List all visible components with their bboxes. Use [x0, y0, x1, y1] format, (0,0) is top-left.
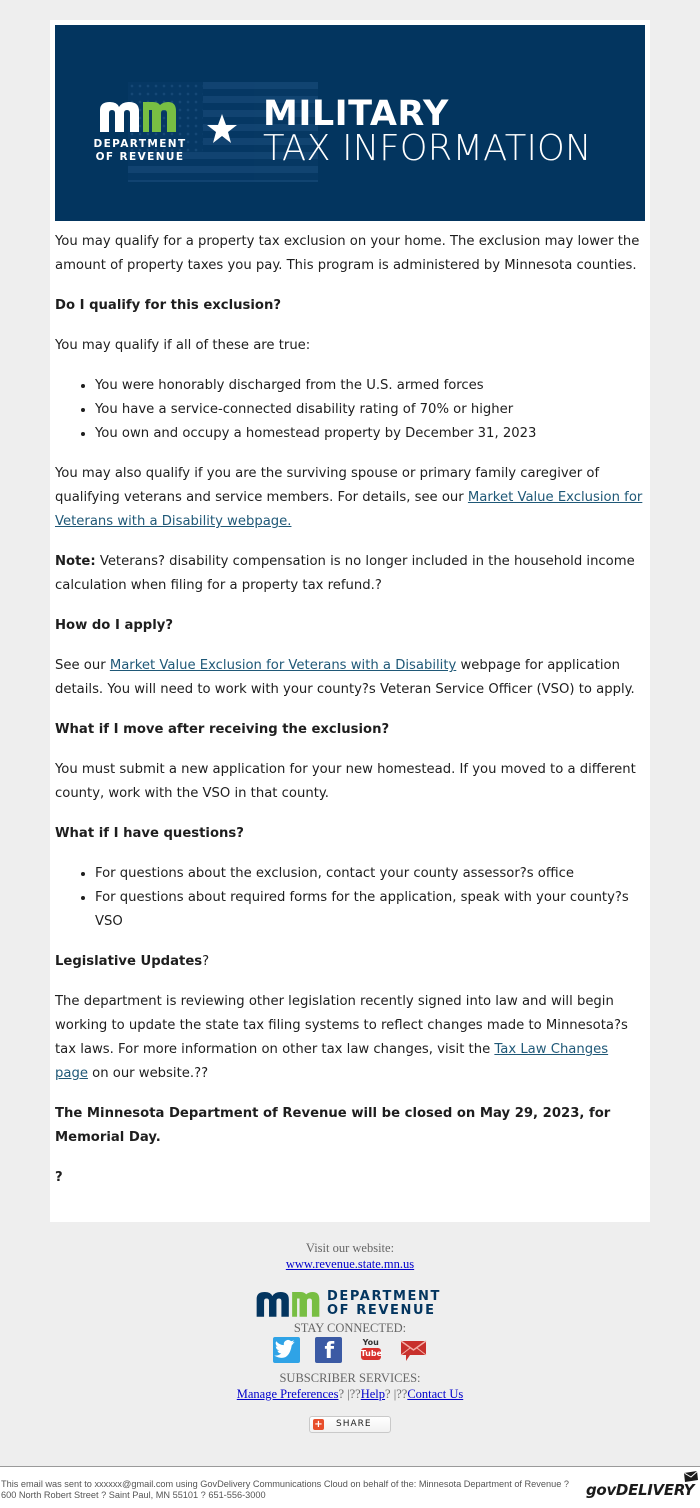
- department-of-revenue-label: DEPARTMENT OF REVENUE: [93, 138, 187, 163]
- apply-paragraph: See our Market Value Exclusion for Veter…: [55, 658, 635, 697]
- list-item: You were honorably discharged from the U…: [95, 374, 645, 398]
- list-item: You have a service-connected disability …: [95, 398, 645, 422]
- heading-how-do-i-apply: How do I apply?: [55, 618, 174, 633]
- heading-what-if-i-move: What if I move after receiving the exclu…: [55, 722, 390, 737]
- questions-list: For questions about the exclusion, conta…: [55, 862, 645, 934]
- also-qualify-paragraph: You may also qualify if you are the surv…: [55, 466, 643, 529]
- social-links: f You Tube: [0, 1337, 700, 1367]
- youtube-icon[interactable]: You Tube: [358, 1337, 385, 1363]
- list-item: You own and occupy a homestead property …: [95, 422, 645, 446]
- mn-logo-icon: [256, 1291, 320, 1317]
- intro-paragraph: You may qualify for a property tax exclu…: [55, 234, 640, 273]
- visit-website-label: Visit our website:: [305, 1241, 395, 1255]
- trailing-mark: ?: [55, 1170, 63, 1185]
- email-card: DEPARTMENT OF REVENUE MILITARY TAX INFOR…: [50, 20, 650, 1222]
- share-button[interactable]: + SHARE: [309, 1416, 391, 1433]
- plus-icon: +: [313, 1419, 324, 1430]
- email-footer: Visit our website: www.revenue.state.mn.…: [0, 1240, 700, 1437]
- note-paragraph: Note: Veterans? disability compensation …: [55, 554, 635, 593]
- contact-us-link[interactable]: Contact Us: [407, 1387, 463, 1401]
- heading-questions: What if I have questions?: [55, 826, 244, 841]
- legislative-paragraph: The department is reviewing other legisl…: [55, 994, 628, 1081]
- heading-legislative-updates: Legislative Updates?: [55, 954, 210, 969]
- mn-logo-icon: [100, 102, 176, 132]
- website-link[interactable]: www.revenue.state.mn.us: [286, 1257, 414, 1271]
- envelope-icon: [684, 1471, 698, 1482]
- subscriber-services-label: SUBSCRIBER SERVICES:: [279, 1371, 421, 1385]
- move-paragraph: You must submit a new application for yo…: [55, 762, 636, 801]
- help-link[interactable]: Help: [361, 1387, 385, 1401]
- subscriber-links: Manage Preferences? |??Help? |??Contact …: [236, 1387, 464, 1401]
- email-icon[interactable]: [400, 1337, 427, 1363]
- delivery-disclaimer: This email was sent to xxxxxx@gmail.com …: [1, 1479, 569, 1500]
- closure-notice: The Minnesota Department of Revenue will…: [55, 1106, 611, 1145]
- star-icon: [207, 114, 237, 143]
- govdelivery-bar: This email was sent to xxxxxx@gmail.com …: [0, 1467, 700, 1508]
- list-item: For questions about the exclusion, conta…: [95, 862, 645, 886]
- email-body: You may qualify for a property tax exclu…: [55, 230, 645, 1206]
- qualify-lead: You may qualify if all of these are true…: [55, 338, 311, 353]
- govdelivery-logo[interactable]: govDELIVERY: [586, 1481, 695, 1499]
- facebook-icon[interactable]: f: [315, 1337, 343, 1364]
- list-item: For questions about required forms for t…: [95, 886, 645, 934]
- military-tax-banner: DEPARTMENT OF REVENUE MILITARY TAX INFOR…: [55, 25, 645, 221]
- note-label: Note:: [55, 554, 96, 569]
- twitter-icon[interactable]: [273, 1337, 301, 1363]
- heading-do-i-qualify: Do I qualify for this exclusion?: [55, 298, 281, 313]
- manage-preferences-link[interactable]: Manage Preferences: [237, 1387, 339, 1401]
- stay-connected-label: STAY CONNECTED:: [293, 1321, 407, 1335]
- market-value-exclusion-apply-link[interactable]: Market Value Exclusion for Veterans with…: [110, 658, 456, 673]
- banner-title-tax-information: TAX INFORMATION: [263, 128, 592, 169]
- qualify-list: You were honorably discharged from the U…: [55, 374, 645, 446]
- footer-revenue-logo: DEPARTMENT OF REVENUE: [255, 1288, 445, 1320]
